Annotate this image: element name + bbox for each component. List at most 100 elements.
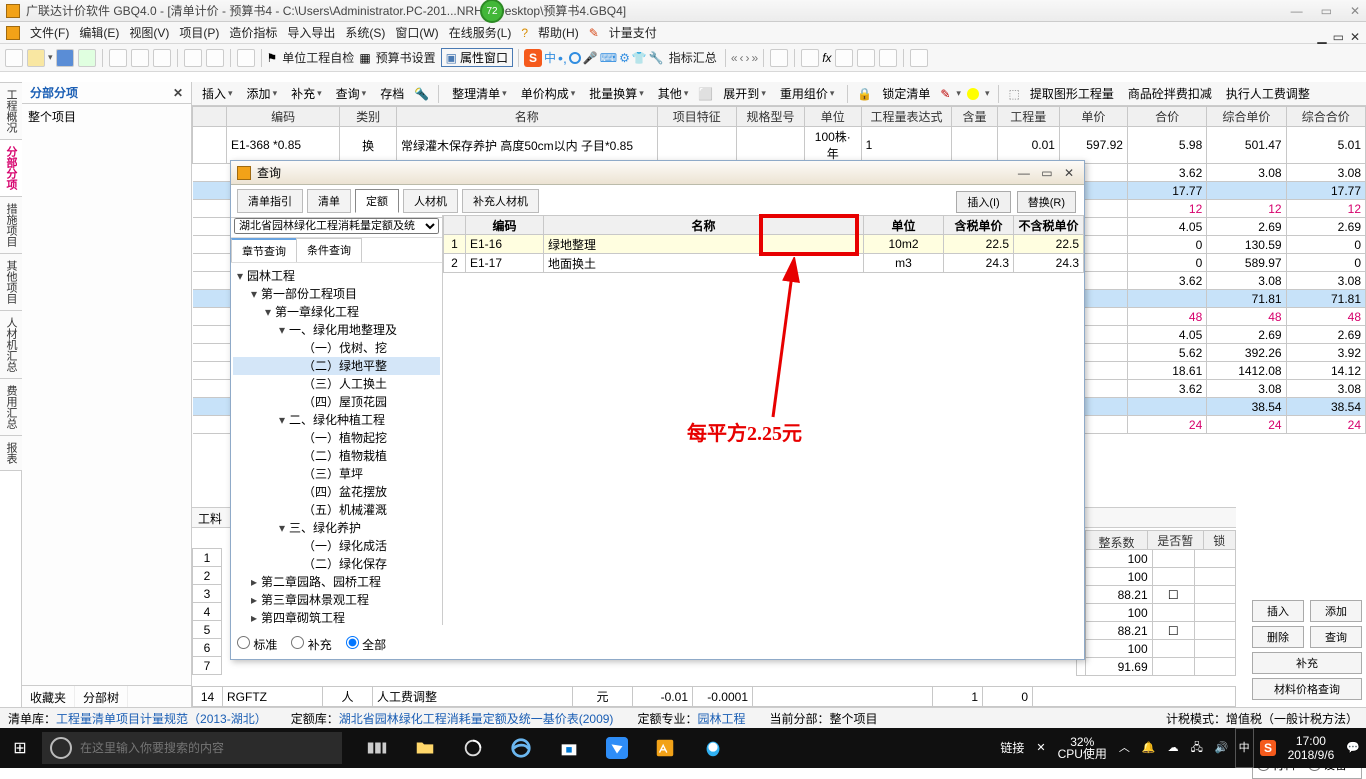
app-edge[interactable] <box>498 728 544 768</box>
vtab-materials[interactable]: 人材机汇总 <box>0 310 23 379</box>
tool-budget[interactable]: 预算书设置 <box>376 49 436 66</box>
work-rows[interactable]: 10010088.21☐10088.21☐10091.69 <box>1076 549 1236 676</box>
quota-row[interactable]: 2 E1-17 地面换土 m3 24.3 24.3 <box>444 254 1084 273</box>
tool-copy-icon[interactable] <box>131 49 149 67</box>
tool-cut-icon[interactable] <box>109 49 127 67</box>
footer-tree[interactable]: 分部树 <box>75 686 128 707</box>
tool-f-icon[interactable] <box>910 49 928 67</box>
h-expr[interactable]: 工程量表达式 <box>861 107 952 127</box>
ime-zhong-icon[interactable]: 中 <box>544 49 556 66</box>
menu-file[interactable]: 文件(F) <box>30 24 69 41</box>
tool-new-icon[interactable] <box>5 49 23 67</box>
h-spec[interactable]: 规格型号 <box>736 107 804 127</box>
start-button[interactable]: ⊞ <box>0 728 40 768</box>
status-dek[interactable]: 湖北省园林绿化工程消耗量定额及统一基价表(2009) <box>339 712 614 726</box>
radio-supp[interactable]: 补充 <box>291 636 331 653</box>
q-h-p1[interactable]: 含税单价 <box>944 216 1014 235</box>
tray-sogou[interactable]: S <box>1254 728 1282 768</box>
tray-volume-icon[interactable]: 🔊 <box>1209 728 1235 768</box>
menu-window[interactable]: 窗口(W) <box>395 24 438 41</box>
app-gbq[interactable] <box>642 728 688 768</box>
search-input[interactable] <box>80 741 342 755</box>
dlg-max-icon[interactable]: ▭ <box>1041 166 1052 180</box>
radio-standard[interactable]: 标准 <box>237 636 277 653</box>
mt-supp[interactable]: 补充▾ <box>287 85 326 102</box>
project-close-icon[interactable]: ✕ <box>173 86 183 100</box>
ime-circle-icon[interactable] <box>569 52 581 64</box>
project-tree[interactable]: 整个项目 <box>22 104 191 129</box>
tray-chevron-icon[interactable]: ︿ <box>1113 728 1136 768</box>
tray-onedrive-icon[interactable]: ☁ <box>1162 728 1185 768</box>
dlg-insert-btn[interactable]: 插入(I) <box>956 191 1010 213</box>
menu-cost[interactable]: 造价指标 <box>229 24 277 41</box>
menu-edit[interactable]: 编辑(E) <box>79 24 119 41</box>
tray-network-icon[interactable]: 🖧 <box>1185 728 1209 768</box>
tool-selfcheck[interactable]: 单位工程自检 <box>282 49 354 66</box>
h0[interactable] <box>193 107 227 127</box>
minimize-button[interactable]: — <box>1291 4 1303 18</box>
status-qdk[interactable]: 工程量清单项目计量规范（2013-湖北） <box>56 712 267 726</box>
q-h-name[interactable]: 名称 <box>544 216 864 235</box>
h-name[interactable]: 名称 <box>396 107 657 127</box>
tool-b-icon[interactable] <box>801 49 819 67</box>
btn-insert[interactable]: 插入 <box>1252 600 1304 622</box>
app-explorer[interactable] <box>402 728 448 768</box>
tray-x-icon[interactable]: ✕ <box>1030 728 1051 768</box>
app-taskview[interactable] <box>354 728 400 768</box>
btn-del[interactable]: 删除 <box>1252 626 1304 648</box>
tool-e-icon[interactable] <box>879 49 897 67</box>
menu-system[interactable]: 系统(S) <box>345 24 385 41</box>
mt-reuse[interactable]: 重用组价▾ <box>776 85 839 102</box>
mdi-restore[interactable]: ▭ <box>1333 30 1344 44</box>
menu-view[interactable]: 视图(V) <box>129 24 169 41</box>
dtab-qdzy[interactable]: 清单指引 <box>237 189 303 213</box>
vtab-reports[interactable]: 报表 <box>0 435 23 471</box>
maximize-button[interactable]: ▭ <box>1321 4 1332 18</box>
ime-mic-icon[interactable]: 🎤 <box>583 51 598 65</box>
btn-matprice[interactable]: 材料价格查询 <box>1252 678 1362 700</box>
h-zhdj[interactable]: 综合单价 <box>1207 107 1286 127</box>
vtab-fees[interactable]: 费用汇总 <box>0 378 23 436</box>
cortana-icon[interactable] <box>50 737 72 759</box>
tray-cpu[interactable]: 32%CPU使用 <box>1052 728 1113 768</box>
bottom-row[interactable]: 14 RGFTZ 人 人工费调整 元 -0.01 -0.0001 1 0 <box>192 686 1236 707</box>
tool-c-icon[interactable] <box>835 49 853 67</box>
h-zhhj[interactable]: 综合合价 <box>1286 107 1365 127</box>
mt-tidy[interactable]: 整理清单▾ <box>448 85 511 102</box>
mt-query[interactable]: 查询▾ <box>332 85 371 102</box>
app-store[interactable] <box>546 728 592 768</box>
tool-open-icon[interactable] <box>27 49 45 67</box>
vtab-division[interactable]: 分部分项 <box>0 139 23 197</box>
h-cat[interactable]: 类别 <box>340 107 397 127</box>
dtab-rcj[interactable]: 人材机 <box>403 189 458 213</box>
quota-lib-select[interactable]: 湖北省园林绿化工程消耗量定额及统 <box>234 218 439 234</box>
mt-batch[interactable]: 批量换算▾ <box>585 85 648 102</box>
app-circle[interactable] <box>450 728 496 768</box>
menu-help[interactable]: 帮助(H) <box>538 24 579 41</box>
mt-lock[interactable]: 锁定清单 <box>878 85 934 102</box>
q-h-p2[interactable]: 不含税单价 <box>1014 216 1084 235</box>
menu-online[interactable]: 在线服务(L) <box>449 24 512 41</box>
tool-a-icon[interactable] <box>770 49 788 67</box>
h-code[interactable]: 编码 <box>227 107 340 127</box>
subtab-chapter[interactable]: 章节查询 <box>231 238 297 262</box>
h-qty[interactable]: 工程量 <box>997 107 1059 127</box>
table-row[interactable]: E1-368 *0.85 换 常绿灌木保存养护 高度50cm以内 子目*0.85… <box>193 127 1366 164</box>
q-h-code[interactable]: 编码 <box>466 216 544 235</box>
dlg-min-icon[interactable]: — <box>1018 166 1030 180</box>
tool-summary[interactable]: 指标汇总 <box>669 49 717 66</box>
tool-search-icon[interactable] <box>237 49 255 67</box>
tray-bell-icon[interactable]: 🔔 <box>1136 728 1162 768</box>
h-hl[interactable]: 含量 <box>952 107 997 127</box>
mt-expand[interactable]: 展开到▾ <box>719 85 770 102</box>
tray-action-icon[interactable]: 💬 <box>1340 728 1366 768</box>
close-button[interactable]: ✕ <box>1350 4 1360 18</box>
tool-print-icon[interactable] <box>78 49 96 67</box>
menu-pay[interactable]: 计量支付 <box>609 24 657 41</box>
mt-add[interactable]: 添加▾ <box>243 85 282 102</box>
tool-propwin[interactable]: ▣属性窗口 <box>441 48 513 67</box>
radio-all[interactable]: 全部 <box>346 636 386 653</box>
quota-row[interactable]: 1 E1-16 绿地整理 10m2 22.5 22.5 <box>444 235 1084 254</box>
vtab-overview[interactable]: 工程概况 <box>0 82 23 140</box>
search-box[interactable] <box>42 732 342 764</box>
